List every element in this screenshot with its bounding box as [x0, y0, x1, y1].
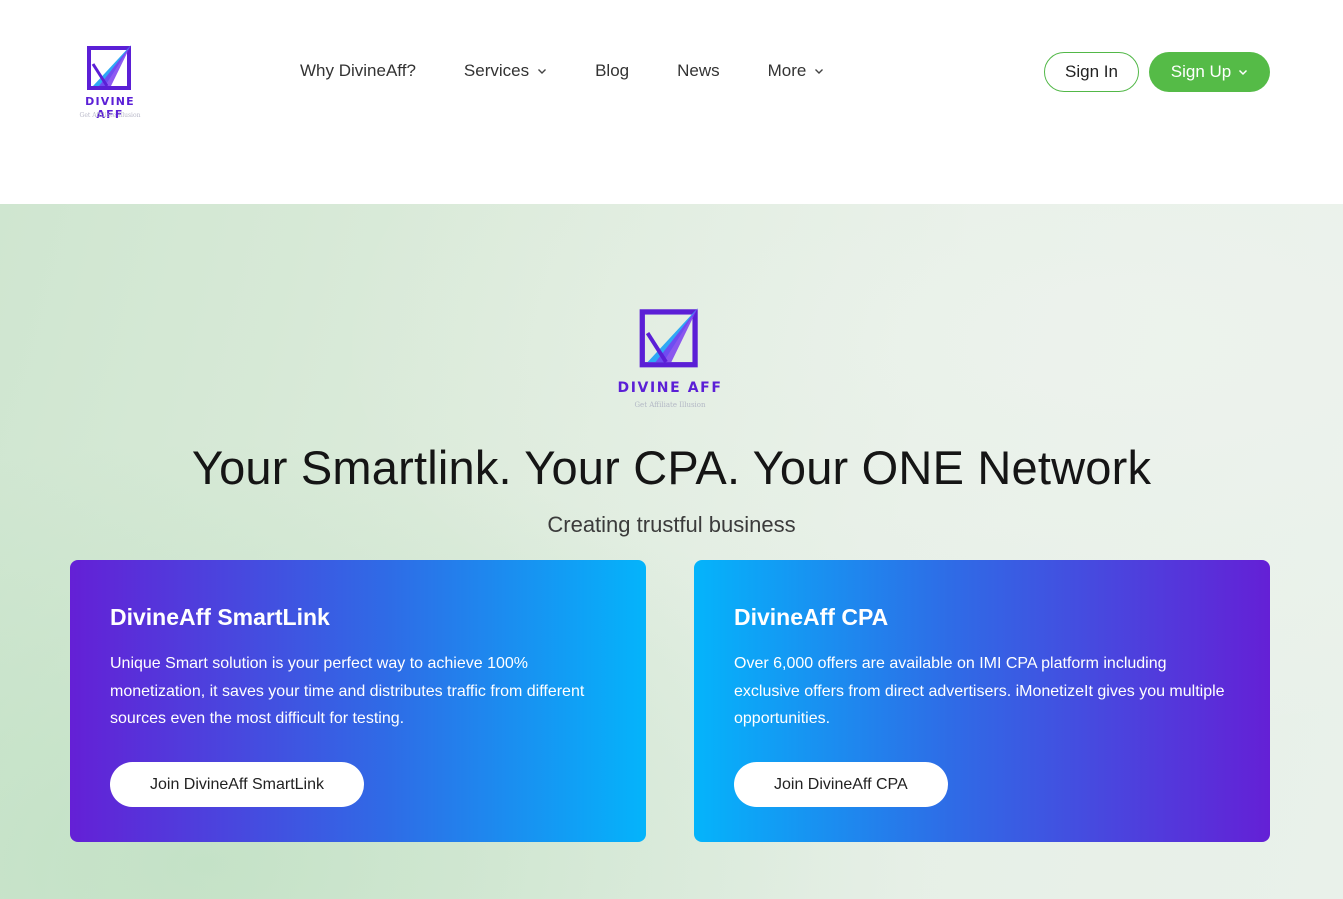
card-title: DivineAff CPA: [734, 604, 889, 630]
hero-section: DIVINE AFF Get Affiliate Illusion Your S…: [0, 204, 1343, 899]
join-cpa-button[interactable]: Join DivineAff CPA: [734, 762, 948, 807]
join-smartlink-button[interactable]: Join DivineAff SmartLink: [110, 762, 364, 807]
hero-logo: DIVINE AFF Get Affiliate Illusion: [615, 304, 725, 414]
hero-headline: Your Smartlink. Your CPA. Your ONE Netwo…: [191, 441, 1152, 494]
sign-in-label: Sign In: [1065, 62, 1118, 81]
site-header: DIVINE AFF Get Affiliate Illusion Why Di…: [0, 0, 1343, 204]
nav-item-label: Blog: [595, 61, 630, 80]
nav-item-label: Why DivineAff?: [300, 61, 416, 80]
card-title: DivineAff SmartLink: [110, 604, 330, 630]
nav-item-why-divineaff[interactable]: Why DivineAff?: [300, 61, 416, 81]
nav-item-blog[interactable]: Blog: [595, 61, 629, 81]
hero-logo-wordmark: DIVINE AFF: [617, 380, 723, 396]
card-button-label: Join DivineAff SmartLink: [150, 775, 324, 793]
main-nav: Why DivineAff? Services Blog News More: [300, 58, 872, 84]
hero-logo-tagline: Get Affiliate Illusion: [634, 401, 706, 409]
sign-up-button[interactable]: Sign Up: [1149, 52, 1270, 92]
logo-mark-icon: [87, 45, 131, 90]
smartlink-card: DivineAff SmartLink Unique Smart solutio…: [70, 560, 646, 842]
nav-item-services[interactable]: Services: [464, 61, 547, 81]
logo-tagline: Get Affiliate Illusion: [79, 112, 141, 119]
sign-in-button[interactable]: Sign In: [1044, 52, 1139, 92]
card-description: Over 6,000 offers are available on IMI C…: [734, 655, 1225, 727]
nav-item-label: Services: [463, 61, 530, 80]
cpa-card: DivineAff CPA Over 6,000 offers are avai…: [694, 560, 1270, 842]
nav-item-label: News: [677, 61, 720, 80]
card-description: Unique Smart solution is your perfect wa…: [110, 655, 585, 727]
chevron-down-icon: [814, 66, 824, 76]
sign-up-label: Sign Up: [1170, 62, 1232, 81]
nav-item-news[interactable]: News: [677, 61, 720, 81]
card-button-label: Join DivineAff CPA: [774, 775, 908, 793]
nav-item-label: More: [767, 61, 807, 80]
logo-mark-icon: [639, 307, 698, 368]
chevron-down-icon: [1238, 67, 1248, 77]
nav-item-more[interactable]: More: [768, 61, 825, 81]
chevron-down-icon: [537, 66, 547, 76]
hero-subheadline: Creating trustful business: [547, 512, 796, 537]
brand-logo[interactable]: DIVINE AFF Get Affiliate Illusion: [70, 42, 150, 122]
